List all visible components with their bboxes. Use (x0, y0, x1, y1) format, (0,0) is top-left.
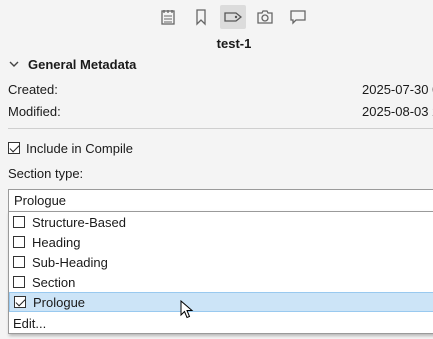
option-edit[interactable]: Edit... (9, 313, 433, 333)
include-in-compile-checkbox[interactable]: Include in Compile (8, 139, 133, 157)
section-type-dropdown-list: Structure-Based Heading Sub-Heading Sect… (8, 211, 433, 334)
metadata-button[interactable] (220, 5, 246, 29)
bookmarks-button[interactable] (188, 5, 214, 29)
option-label: Structure-Based (32, 214, 126, 230)
option-checkbox[interactable] (13, 256, 25, 268)
modified-label: Modified: (8, 104, 61, 119)
option-checkbox[interactable] (13, 236, 25, 248)
section-type-select[interactable]: Prologue (8, 189, 433, 212)
general-metadata-header[interactable]: General Metadata (8, 55, 136, 73)
divider (8, 128, 433, 129)
notes-icon (161, 10, 175, 25)
option-label: Sub-Heading (32, 254, 108, 270)
edit-label: Edit... (13, 315, 47, 331)
created-row: Created: 2025-07-30 0 (8, 82, 433, 100)
option-sub-heading[interactable]: Sub-Heading (9, 252, 433, 272)
modified-row: Modified: 2025-08-03 2 (8, 104, 433, 122)
option-checkbox[interactable] (14, 296, 26, 308)
tag-icon (224, 12, 242, 22)
option-heading[interactable]: Heading (9, 232, 433, 252)
section-type-label: Section type: (8, 166, 84, 181)
option-label: Section (32, 274, 76, 290)
include-in-compile-label: Include in Compile (26, 140, 133, 156)
option-structure-based[interactable]: Structure-Based (9, 212, 433, 232)
notes-button[interactable] (155, 5, 181, 29)
option-checkbox[interactable] (13, 276, 25, 288)
mouse-pointer-icon (180, 300, 194, 319)
option-section[interactable]: Section (9, 272, 433, 292)
inspector-toolbar (0, 0, 433, 34)
comments-button[interactable] (285, 5, 311, 29)
created-value: 2025-07-30 0 (362, 82, 433, 97)
general-metadata-title: General Metadata (28, 56, 137, 72)
snapshots-button[interactable] (252, 5, 278, 29)
comment-icon (290, 10, 306, 25)
created-label: Created: (8, 82, 58, 97)
modified-value: 2025-08-03 2 (362, 104, 433, 119)
option-checkbox[interactable] (13, 216, 25, 228)
document-title: test-1 (216, 36, 252, 51)
include-checkbox-box[interactable] (8, 142, 20, 154)
bookmark-icon (196, 9, 206, 26)
option-prologue[interactable]: Prologue (9, 292, 433, 312)
option-label: Prologue (33, 294, 86, 310)
chevron-down-icon (9, 61, 19, 67)
option-label: Heading (32, 234, 81, 250)
camera-icon (257, 10, 273, 24)
